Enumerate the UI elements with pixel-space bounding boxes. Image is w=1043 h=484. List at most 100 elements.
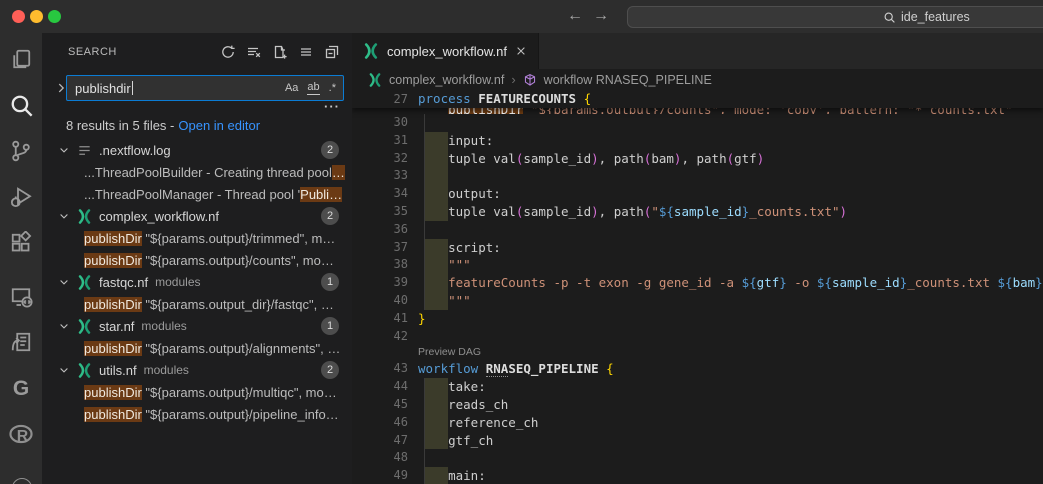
line-number: 27 [352,90,408,108]
svg-text:R: R [17,428,29,445]
match-highlight: publishDir [84,407,142,422]
indent-guide [424,221,425,239]
navigate-forward-button[interactable]: → [590,5,612,27]
match-case-icon[interactable]: Aa [285,82,298,94]
tab-complex-workflow[interactable]: complex_workflow.nf [352,33,539,69]
regex-icon[interactable]: .* [329,82,336,94]
chevron-down-icon[interactable] [58,276,70,288]
navigate-back-button[interactable]: ← [564,5,586,27]
r-language-icon[interactable]: R [0,411,42,457]
file-description: modules [144,363,189,377]
activity-bar: G R [0,33,42,484]
search-file-row[interactable]: star.nf modules 1 [42,315,352,337]
code-line: 32 tuple val(sample_id), path(bam), path… [352,150,1043,168]
match-highlight: publishDir [84,297,142,312]
partial-extension-icon[interactable] [12,478,32,484]
search-match-row[interactable]: publishDir "${params.output}/trimmed", m… [42,227,352,249]
indent-guide [424,114,425,132]
code-line: 31 input: [352,132,1043,150]
search-match-row[interactable]: publishDir "${params.output}/counts", mo… [42,249,352,271]
search-file-row[interactable]: utils.nfmodules2 [42,359,352,381]
code-line: 39 featureCounts -p -t exon -g gene_id -… [352,274,1043,292]
zoom-window-button[interactable] [48,10,61,23]
file-name: complex_workflow.nf [99,209,219,224]
match-count-badge: 2 [321,141,339,159]
sticky-scroll-line[interactable]: 27 process FEATURECOUNTS { [352,90,1043,108]
search-match-row[interactable]: ...ThreadPoolBuilder - Creating thread p… [42,161,352,183]
code-line: 37 script: [352,239,1043,257]
view-as-list-icon[interactable] [297,43,314,60]
results-summary: 8 results in 5 files -Open in editor [66,118,260,133]
code-line: 48 [352,449,1043,467]
code-lines: 3031 input:32 tuple val(sample_id), path… [352,114,1043,484]
search-panel: SEARCH [42,33,352,484]
file-description: modules [141,319,186,333]
match-highlight: publishDir [84,385,142,400]
search-file-row[interactable]: fastqc.nfmodules1 [42,271,352,293]
file-name: star.nf [99,319,134,334]
search-input[interactable]: publishdir Aa ab .* [66,75,344,101]
minimize-window-button[interactable] [30,10,43,23]
code-line: 43workflow RNASEQ_PIPELINE { [352,360,1043,378]
code-line: 36 [352,221,1043,239]
open-in-editor-link[interactable]: Open in editor [178,118,260,133]
line-number: 40 [352,292,408,310]
toggle-search-details-icon[interactable]: ··· [324,102,340,112]
breadcrumb-separator: › [511,72,515,87]
indent-guide [424,449,425,467]
open-new-search-editor-icon[interactable] [271,43,288,60]
code-line: 40 """ [352,292,1043,310]
code-area[interactable]: 27 process FEATURECOUNTS { publishDir "$… [352,90,1043,484]
search-match-row[interactable]: publishDir "${params.output}/alignments"… [42,337,352,359]
match-highlight: publishDir [84,231,142,246]
search-file-row[interactable]: complex_workflow.nf2 [42,205,352,227]
match-highlight: Publi… [300,187,342,202]
line-number: 44 [352,378,408,396]
gitlens-icon[interactable]: G [0,365,42,411]
code-line: 44 take: [352,378,1043,396]
svg-text:G: G [13,377,29,400]
search-query: publishdir [75,81,131,96]
code-line: 42 [352,328,1043,346]
codelens-preview-dag[interactable]: Preview DAG [352,345,1043,360]
breadcrumb-file[interactable]: complex_workflow.nf [389,73,504,87]
breadcrumb-symbol[interactable]: workflow RNASEQ_PIPELINE [544,73,712,87]
chevron-down-icon[interactable] [58,210,70,222]
nextflow-file-icon [77,275,92,290]
extensions-icon[interactable] [0,220,42,266]
line-number: 45 [352,396,408,414]
panel-title: SEARCH [68,46,117,58]
run-and-debug-icon[interactable] [0,174,42,220]
explorer-icon[interactable] [0,36,42,82]
chevron-down-icon[interactable] [58,320,70,332]
doc-runner-icon[interactable] [0,319,42,365]
clear-search-results-icon[interactable] [245,43,262,60]
nextflow-file-icon [363,43,379,59]
collapse-all-icon[interactable] [323,43,340,60]
editor-group: complex_workflow.nf complex_workflow.nf … [352,33,1043,484]
search-match-row[interactable]: publishDir "${params.output}/multiqc", m… [42,381,352,403]
line-number: 46 [352,414,408,432]
line-number: 38 [352,256,408,274]
whole-word-icon[interactable]: ab [307,81,319,95]
partially-scrolled-line: publishDir "${params.output}/counts", mo… [352,108,1043,114]
code-line: 30 [352,114,1043,132]
search-match-row[interactable]: publishDir "${params.output_dir}/fastqc"… [42,293,352,315]
line-number: 39 [352,274,408,292]
match-count-badge: 1 [321,317,339,335]
search-match-row[interactable]: ...ThreadPoolManager - Thread pool 'Publ… [42,183,352,205]
search-file-row[interactable]: .nextflow.log2 [42,139,352,161]
source-control-icon[interactable] [0,128,42,174]
search-results-tree: .nextflow.log2...ThreadPoolBuilder - Cre… [42,139,352,425]
refresh-icon[interactable] [219,43,236,60]
nextflow-file-icon [77,363,92,378]
search-icon[interactable] [0,82,42,128]
line-number: 43 [352,360,408,378]
command-center[interactable]: ide_features [627,6,1043,28]
search-match-row[interactable]: publishDir "${params.output}/pipeline_in… [42,403,352,425]
remote-explorer-icon[interactable] [0,273,42,319]
close-tab-icon[interactable] [515,45,527,57]
chevron-down-icon[interactable] [58,144,70,156]
chevron-down-icon[interactable] [58,364,70,376]
close-window-button[interactable] [12,10,25,23]
